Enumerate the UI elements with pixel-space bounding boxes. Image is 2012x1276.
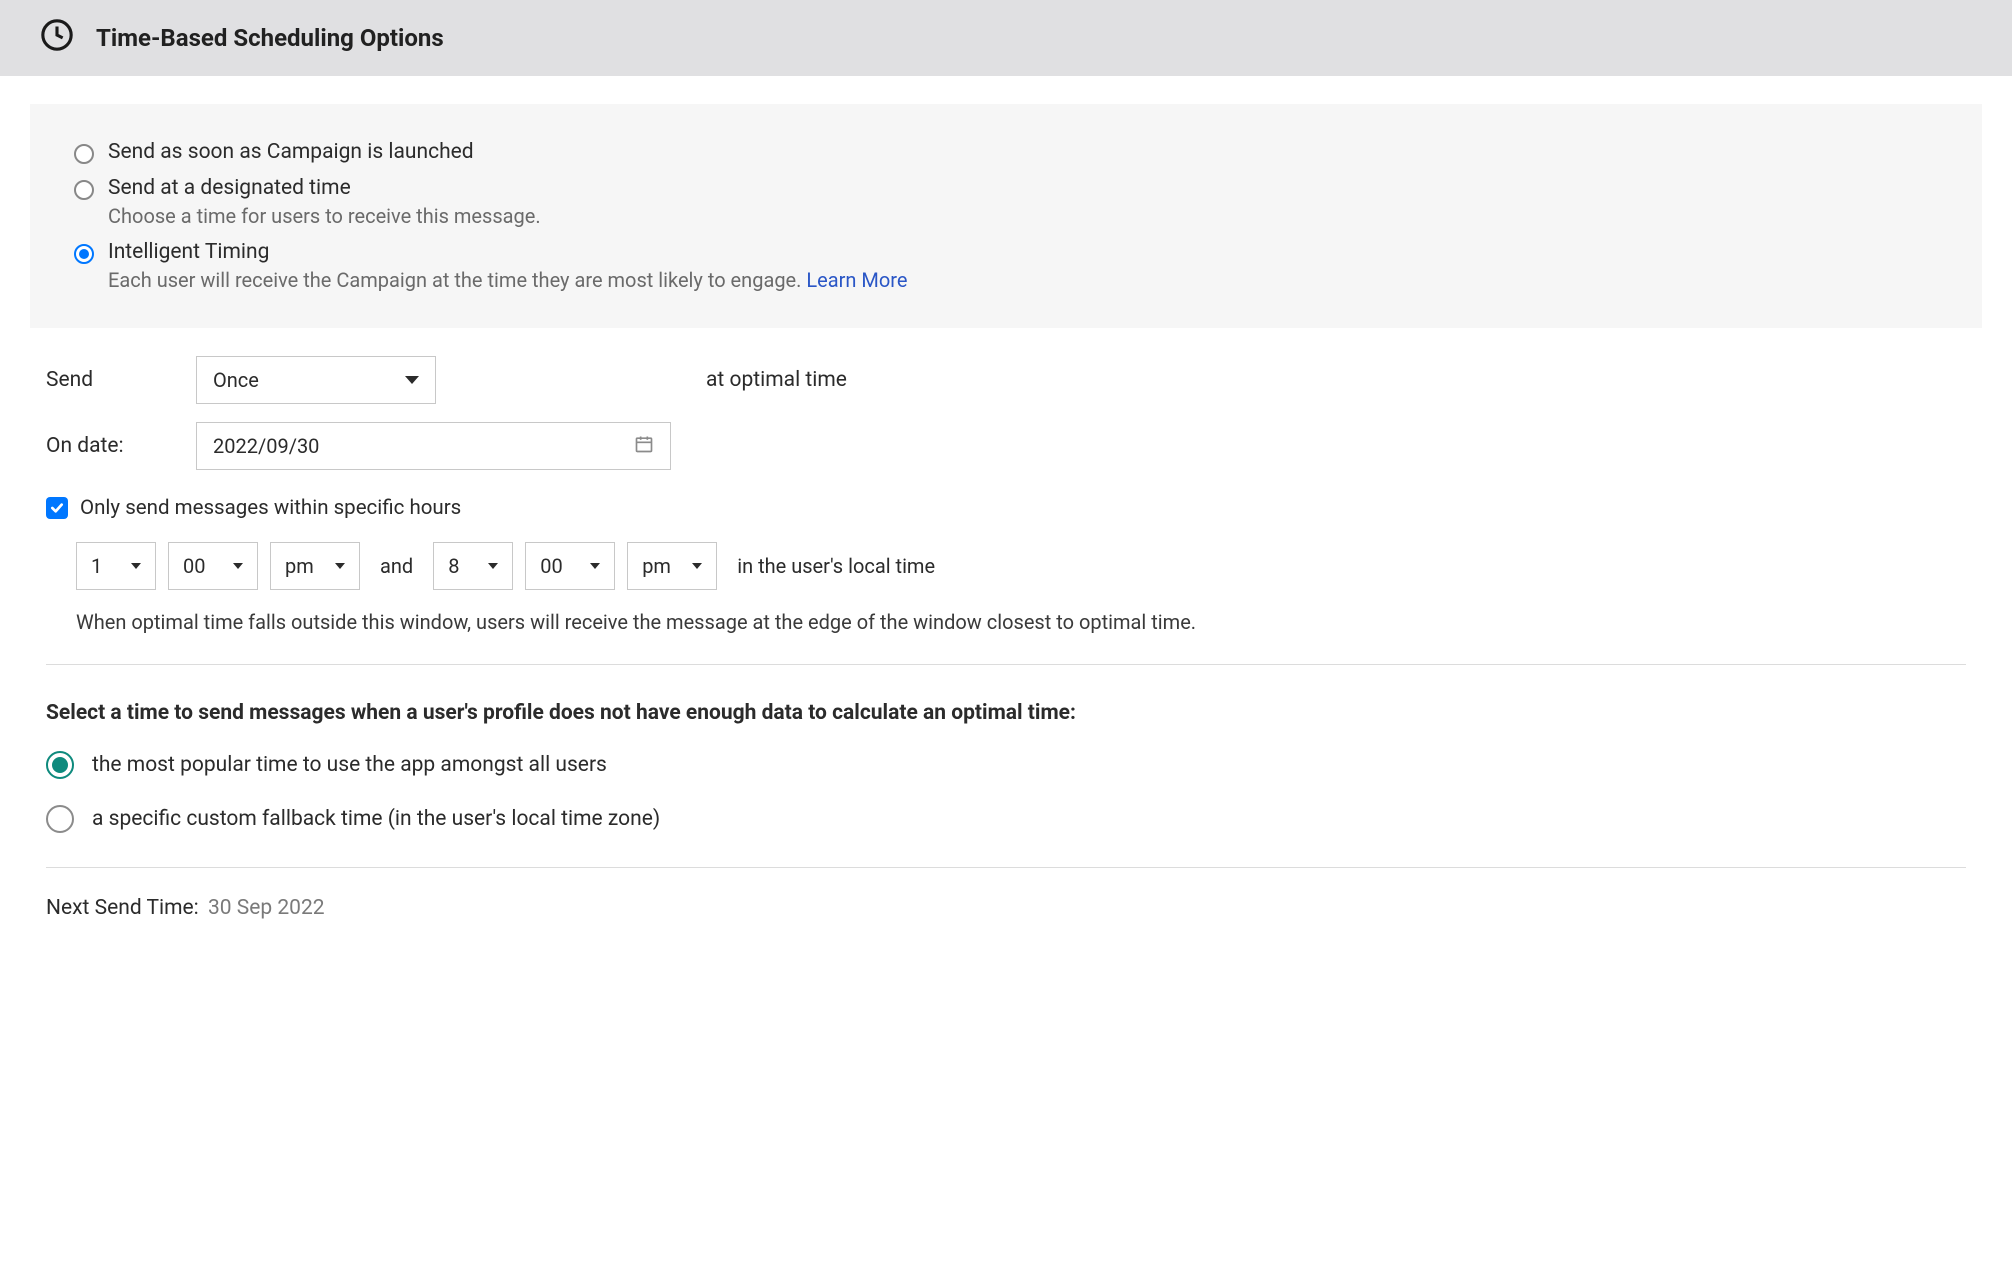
start-hour-select[interactable]: 1 — [76, 542, 156, 590]
frequency-select[interactable]: Once — [196, 356, 436, 404]
radio-label: Intelligent Timing — [108, 240, 908, 264]
fallback-radio-custom-time[interactable]: a specific custom fallback time (in the … — [30, 805, 1982, 833]
chevron-down-icon — [335, 563, 345, 569]
fallback-heading: Select a time to send messages when a us… — [30, 701, 1982, 725]
radio-description-text: Each user will receive the Campaign at t… — [108, 268, 806, 292]
radio-icon — [74, 144, 94, 164]
fallback-radio-popular-time[interactable]: the most popular time to use the app amo… — [30, 751, 1982, 779]
chevron-down-icon — [590, 563, 600, 569]
calendar-icon — [634, 434, 654, 459]
radio-description: Each user will receive the Campaign at t… — [108, 268, 908, 292]
send-label: Send — [46, 368, 196, 392]
chevron-down-icon — [233, 563, 243, 569]
chevron-down-icon — [488, 563, 498, 569]
specific-hours-checkbox-row[interactable]: Only send messages within specific hours — [30, 496, 1982, 520]
date-value: 2022/09/30 — [213, 434, 319, 458]
on-date-row: On date: 2022/09/30 — [30, 422, 1982, 470]
start-ampm-value: pm — [285, 554, 314, 578]
end-ampm-value: pm — [642, 554, 671, 578]
next-send-label: Next Send Time: — [46, 896, 199, 920]
start-minute-value: 00 — [183, 554, 205, 578]
next-send-time-row: Next Send Time: 30 Sep 2022 — [30, 896, 1982, 920]
clock-icon — [40, 18, 74, 58]
fallback-option-label: a specific custom fallback time (in the … — [92, 807, 660, 831]
radio-intelligent-timing[interactable]: Intelligent Timing Each user will receiv… — [74, 240, 1938, 292]
radio-label: Send at a designated time — [108, 176, 541, 200]
chevron-down-icon — [692, 563, 702, 569]
page-title: Time-Based Scheduling Options — [96, 24, 444, 52]
send-frequency-row: Send Once at optimal time — [30, 356, 1982, 404]
chevron-down-icon — [131, 563, 141, 569]
divider — [46, 664, 1966, 665]
hours-help-text: When optimal time falls outside this win… — [30, 610, 1982, 634]
fallback-option-label: the most popular time to use the app amo… — [92, 753, 607, 777]
radio-icon-selected — [46, 751, 74, 779]
end-hour-select[interactable]: 8 — [433, 542, 513, 590]
checkbox-checked-icon — [46, 497, 68, 519]
end-ampm-select[interactable]: pm — [627, 542, 717, 590]
end-minute-select[interactable]: 00 — [525, 542, 615, 590]
send-suffix-text: at optimal time — [706, 368, 847, 392]
timezone-text: in the user's local time — [729, 554, 943, 578]
scheduling-mode-panel: Send as soon as Campaign is launched Sen… — [30, 104, 1982, 328]
radio-description: Choose a time for users to receive this … — [108, 204, 541, 228]
on-date-label: On date: — [46, 434, 196, 458]
chevron-down-icon — [405, 376, 419, 384]
next-send-value: 30 Sep 2022 — [208, 896, 325, 920]
radio-icon-selected — [74, 244, 94, 264]
end-hour-value: 8 — [448, 554, 459, 578]
learn-more-link[interactable]: Learn More — [806, 268, 907, 292]
end-minute-value: 00 — [540, 554, 562, 578]
start-minute-select[interactable]: 00 — [168, 542, 258, 590]
hours-window-row: 1 00 pm and 8 00 pm in the user's local … — [30, 542, 1982, 590]
checkbox-label: Only send messages within specific hours — [80, 496, 461, 520]
radio-icon — [46, 805, 74, 833]
radio-label: Send as soon as Campaign is launched — [108, 140, 474, 164]
radio-icon — [74, 180, 94, 200]
date-input[interactable]: 2022/09/30 — [196, 422, 671, 470]
frequency-value: Once — [213, 368, 259, 392]
header-bar: Time-Based Scheduling Options — [0, 0, 2012, 76]
and-text: and — [372, 554, 421, 578]
divider — [46, 867, 1966, 868]
radio-send-designated-time[interactable]: Send at a designated time Choose a time … — [74, 176, 1938, 228]
radio-send-immediately[interactable]: Send as soon as Campaign is launched — [74, 140, 1938, 164]
start-ampm-select[interactable]: pm — [270, 542, 360, 590]
start-hour-value: 1 — [91, 554, 102, 578]
